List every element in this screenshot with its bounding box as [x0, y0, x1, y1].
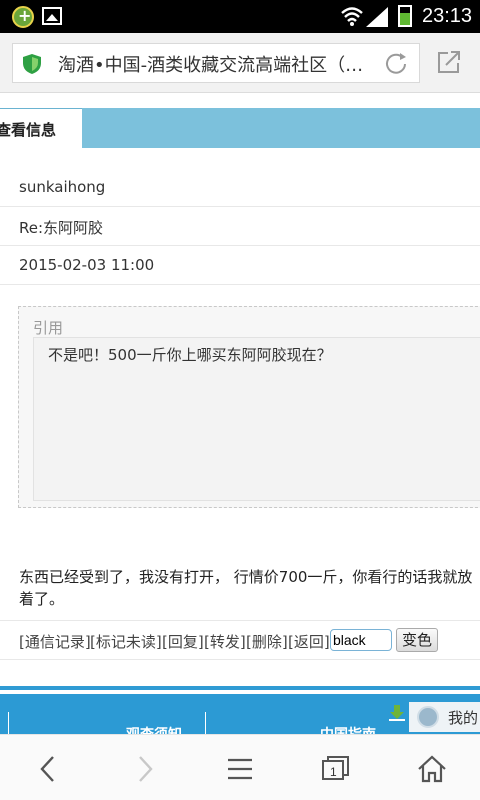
my-account-panel[interactable]: 我的	[409, 702, 480, 732]
subject-row: Re:东阿阿胶	[0, 207, 480, 246]
message-date: 2015-02-03 11:00	[19, 256, 155, 274]
quote-content: 不是吧！500一斤你上哪买东阿阿胶现在？	[33, 337, 480, 501]
tabs-icon[interactable]: 1	[316, 749, 356, 789]
wifi-icon	[341, 7, 363, 26]
share-icon[interactable]	[436, 49, 462, 75]
message-body: 东西已经受到了，我没有打开， 行情价700一斤，你看行的话我就放着了。	[19, 568, 473, 608]
message-subject: Re:东阿阿胶	[19, 219, 104, 237]
color-input[interactable]	[330, 629, 392, 651]
clock: 23:13	[422, 5, 473, 27]
reply-link[interactable]: [回复]	[162, 631, 204, 652]
forward-icon[interactable]	[124, 749, 164, 789]
home-icon[interactable]	[412, 749, 452, 789]
tab-count: 1	[330, 765, 337, 779]
signal-icon	[366, 7, 388, 27]
quote-text: 不是吧！500一斤你上哪买东阿阿胶现在？	[48, 346, 332, 364]
browser-toolbar: 淘酒•中国-酒类收藏交流高端社区（专…	[0, 33, 480, 93]
browser-nav-bar: 1	[0, 734, 480, 800]
tab-view-message[interactable]: 查看信息	[0, 108, 82, 148]
page-title[interactable]: 淘酒•中国-酒类收藏交流高端社区（专…	[58, 51, 368, 77]
image-notification-icon	[42, 7, 62, 25]
footer-separator	[205, 712, 206, 734]
sender-name: sunkaihong	[19, 178, 106, 196]
app-notification-icon	[12, 6, 34, 28]
history-link[interactable]: [通信记录]	[19, 631, 91, 652]
sender-row: sunkaihong	[0, 168, 480, 207]
avatar-icon	[417, 706, 439, 728]
footer-separator	[8, 712, 9, 734]
forward-link[interactable]: [转发]	[204, 631, 246, 652]
back-icon[interactable]	[29, 749, 69, 789]
tab-label: 查看信息	[0, 121, 57, 139]
battery-charging-icon	[398, 5, 412, 27]
menu-icon[interactable]	[220, 749, 260, 789]
security-shield-icon	[23, 54, 41, 74]
download-icon	[389, 705, 405, 721]
delete-link[interactable]: [删除]	[246, 631, 288, 652]
my-account-label: 我的	[448, 709, 479, 727]
reload-icon[interactable]	[383, 51, 409, 77]
back-link[interactable]: [返回]	[288, 631, 330, 652]
quote-label: 引用	[33, 319, 64, 337]
date-row: 2015-02-03 11:00	[0, 246, 480, 285]
footer-divider-line	[0, 686, 480, 690]
footer-band	[0, 694, 480, 734]
quote-block: 引用 不是吧！500一斤你上哪买东阿阿胶现在？	[18, 306, 480, 508]
change-color-button[interactable]: 变色	[396, 628, 438, 652]
status-bar: 23:13	[0, 0, 480, 33]
mark-unread-link[interactable]: [标记未读]	[90, 631, 162, 652]
